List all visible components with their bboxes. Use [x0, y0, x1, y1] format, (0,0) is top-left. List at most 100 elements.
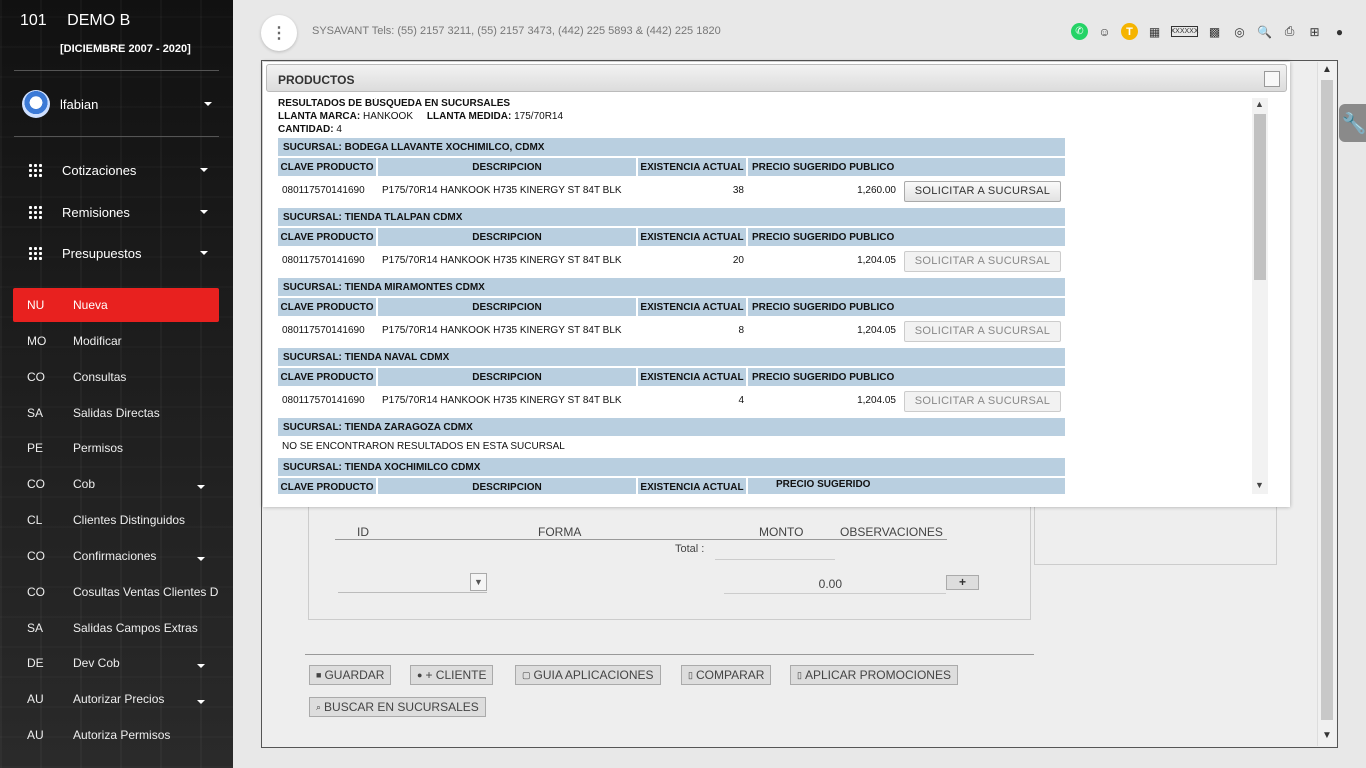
- menu-label: Presupuestos: [62, 245, 142, 261]
- col-forma: FORMA: [538, 525, 582, 539]
- clipboard-icon: ▯: [688, 669, 693, 680]
- toolbar: ✆ ☺ T ▦ XXXXXX ▩ ◎ 🔍 ⎙ ⊞ ●: [1071, 23, 1348, 40]
- sidebar-item-autoriza-permisos[interactable]: AU Autoriza Permisos: [13, 718, 219, 752]
- request-branch-button[interactable]: SOLICITAR A SUCURSAL: [904, 391, 1061, 412]
- divider: [14, 136, 219, 137]
- sidebar-item-clientes-distinguidos[interactable]: CL Clientes Distinguidos: [13, 503, 219, 537]
- sidebar-item-permisos[interactable]: PE Permisos: [13, 431, 219, 465]
- col-existencia: EXISTENCIA ACTUAL: [638, 158, 746, 176]
- chevron-down-icon: [197, 664, 205, 668]
- item-abbr: CL: [27, 513, 43, 527]
- branch-header: SUCURSAL: TIENDA TLALPAN CDMX: [278, 208, 1065, 226]
- request-branch-button[interactable]: SOLICITAR A SUCURSAL: [904, 321, 1061, 342]
- more-vertical-icon[interactable]: ⋮: [261, 15, 297, 51]
- divider: [305, 654, 1034, 655]
- username: lfabian: [60, 96, 99, 112]
- avatar: [22, 90, 50, 118]
- add-client-button[interactable]: ● + CLIENTE: [410, 665, 494, 685]
- sidebar: 101 DEMO B [DICIEMBRE 2007 - 2020] lfabi…: [0, 0, 233, 768]
- save-icon: ■: [316, 670, 322, 680]
- request-branch-button[interactable]: SOLICITAR A SUCURSAL: [904, 251, 1061, 272]
- qr-code-icon[interactable]: ▩: [1206, 23, 1223, 40]
- t-badge-icon[interactable]: T: [1121, 23, 1138, 40]
- total-label: Total :: [675, 543, 705, 555]
- sidebar-item-modificar[interactable]: MO Modificar: [13, 324, 219, 358]
- payment-method-select[interactable]: ▼: [338, 573, 487, 593]
- button-label: GUIA APLICACIONES: [533, 668, 654, 682]
- item-label: Modificar: [73, 334, 122, 348]
- item-label: Dev Cob: [73, 656, 120, 670]
- page-scrollbar[interactable]: ▲ ▼: [1317, 62, 1336, 746]
- apply-promotions-button[interactable]: ▯ APLICAR PROMOCIONES: [790, 665, 958, 685]
- product-description: P175/70R14 HANKOOK H735 KINERGY ST 84T B…: [382, 255, 622, 266]
- col-existencia: EXISTENCIA ACTUAL: [638, 228, 746, 246]
- search-branches-button[interactable]: ⌕ BUSCAR EN SUCURSALES: [309, 697, 486, 717]
- item-label: Clientes Distinguidos: [73, 513, 186, 527]
- menu-cotizaciones[interactable]: Cotizaciones: [28, 160, 208, 180]
- window-add-icon[interactable]: ⊞: [1306, 23, 1323, 40]
- menu-presupuestos[interactable]: Presupuestos: [28, 243, 208, 263]
- modal-scrollbar[interactable]: ▲ ▼: [1252, 98, 1268, 494]
- scroll-down-icon[interactable]: ▼: [1255, 480, 1264, 490]
- user-icon: ●: [417, 670, 423, 680]
- item-label: Cosultas Ventas Clientes Disti: [73, 585, 219, 599]
- whatsapp-icon[interactable]: ✆: [1071, 23, 1088, 40]
- scroll-thumb[interactable]: [1321, 80, 1333, 720]
- sidebar-item-confirmaciones[interactable]: CO Confirmaciones: [13, 539, 219, 573]
- wrench-icon[interactable]: 🔧: [1339, 104, 1366, 142]
- item-label: Cob: [73, 477, 96, 491]
- amount-input[interactable]: 0.00: [724, 577, 844, 591]
- sidebar-item-dev-cob[interactable]: DE Dev Cob: [13, 646, 219, 680]
- col-observaciones: OBSERVACIONES: [840, 525, 943, 539]
- sidebar-item-consultas-ventas[interactable]: CO Cosultas Ventas Clientes Disti: [13, 575, 219, 609]
- add-payment-button[interactable]: +: [946, 575, 979, 590]
- company-phones: SYSAVANT Tels: (55) 2157 3211, (55) 2157…: [312, 25, 721, 37]
- col-precio: PRECIO SUGERIDO PUBLICO: [748, 228, 1065, 246]
- user-icon[interactable]: ●: [1331, 23, 1348, 40]
- request-branch-button[interactable]: SOLICITAR A SUCURSAL: [904, 181, 1061, 202]
- chevron-down-icon: [200, 168, 208, 172]
- dashboard-icon[interactable]: ▦: [1146, 23, 1163, 40]
- scroll-thumb[interactable]: [1254, 114, 1266, 280]
- chevron-down-icon: [200, 251, 208, 255]
- item-abbr: AU: [27, 728, 44, 742]
- scroll-up-icon[interactable]: ▲: [1255, 99, 1264, 109]
- sidebar-item-salidas-directas[interactable]: SA Salidas Directas: [13, 396, 219, 430]
- col-monto: MONTO: [759, 525, 804, 539]
- col-clave: CLAVE PRODUCTO: [278, 158, 376, 176]
- search-icon: ⌕: [316, 701, 322, 712]
- user-menu[interactable]: lfabian: [22, 89, 212, 119]
- item-abbr: CO: [27, 477, 45, 491]
- support-agent-icon[interactable]: ☺: [1096, 23, 1113, 40]
- item-abbr: DE: [27, 656, 44, 670]
- chevron-down-icon: [200, 210, 208, 214]
- box-icon[interactable]: XXXXXX: [1171, 26, 1199, 37]
- col-precio: PRECIO SUGERIDO PUBLICO: [748, 158, 1065, 176]
- col-precio: PRECIO SUGERIDO PUBLICO: [748, 298, 1065, 316]
- tire-icon[interactable]: ◎: [1231, 23, 1248, 40]
- grid-icon: [28, 163, 42, 177]
- col-existencia: EXISTENCIA ACTUAL: [638, 368, 746, 386]
- item-abbr: CO: [27, 585, 45, 599]
- sidebar-item-consultas[interactable]: CO Consultas: [13, 360, 219, 394]
- col-existencia: EXISTENCIA ACTUAL: [638, 298, 746, 316]
- application-guide-button[interactable]: ▢ GUIA APLICACIONES: [515, 665, 661, 685]
- scroll-down-icon[interactable]: ▼: [1322, 730, 1332, 741]
- products-modal: PRODUCTOS RESULTADOS DE BÚSQUEDA EN SUCU…: [263, 62, 1290, 507]
- item-label: Salidas Directas: [73, 406, 160, 420]
- close-icon[interactable]: [1264, 71, 1280, 87]
- compare-button[interactable]: ▯ COMPARAR: [681, 665, 772, 685]
- document-search-icon[interactable]: 🔍: [1256, 23, 1273, 40]
- scroll-up-icon[interactable]: ▲: [1322, 64, 1332, 75]
- results-content: RESULTADOS DE BÚSQUEDA EN SUCURSALES LLA…: [278, 98, 1268, 494]
- payments-panel: [308, 505, 1031, 620]
- menu-remisiones[interactable]: Remisiones: [28, 202, 208, 222]
- printer-icon[interactable]: ⎙: [1281, 23, 1298, 40]
- qty-value: 4: [336, 124, 342, 135]
- sidebar-item-cob[interactable]: CO Cob: [13, 467, 219, 501]
- sidebar-item-nueva[interactable]: NU Nueva: [13, 288, 219, 322]
- sidebar-item-autorizar-precios[interactable]: AU Autorizar Precios: [13, 682, 219, 716]
- save-button[interactable]: ■ GUARDAR: [309, 665, 392, 685]
- sidebar-item-salidas-campos-extras[interactable]: SA Salidas Campos Extras: [13, 611, 219, 645]
- item-abbr: AU: [27, 692, 44, 706]
